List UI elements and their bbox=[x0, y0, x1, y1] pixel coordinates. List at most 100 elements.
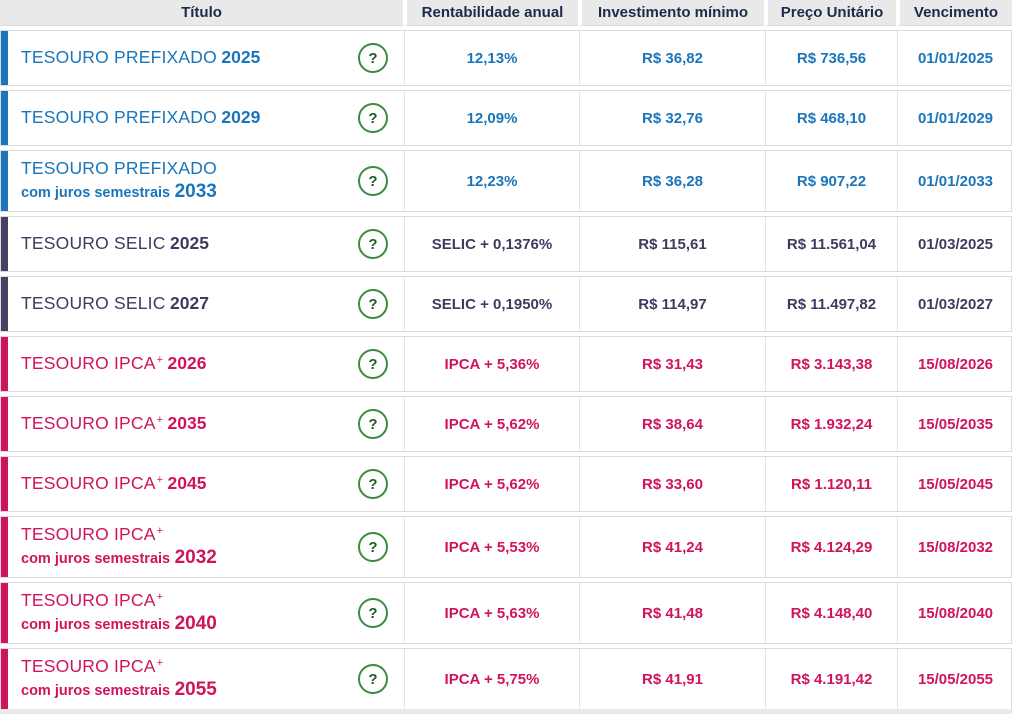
help-button[interactable]: ? bbox=[358, 229, 388, 259]
minimum-investment-cell: R$ 41,48 bbox=[579, 583, 765, 643]
column-header-preco-unitario: Preço Unitário bbox=[764, 0, 896, 26]
bond-accent-bar bbox=[1, 397, 8, 451]
annual-rate-cell: IPCA + 5,36% bbox=[404, 337, 579, 391]
help-button[interactable]: ? bbox=[358, 166, 388, 196]
bond-subtitle-line: com juros semestrais 2033 bbox=[21, 181, 358, 203]
table-row[interactable]: TESOURO PREFIXADO 2029 ? 12,09% R$ 32,76… bbox=[0, 90, 1012, 146]
minimum-investment-cell: R$ 38,64 bbox=[579, 397, 765, 451]
bond-subtitle-line: com juros semestrais 2032 bbox=[21, 547, 358, 569]
bond-title[interactable]: TESOURO IPCA+ 2045 bbox=[21, 473, 358, 495]
table-row[interactable]: TESOURO IPCA+ com juros semestrais 2040 … bbox=[0, 582, 1012, 644]
bond-name-line: TESOURO IPCA+ 2026 bbox=[21, 353, 358, 375]
bond-title[interactable]: TESOURO IPCA+ 2026 bbox=[21, 353, 358, 375]
unit-price-cell: R$ 11.561,04 bbox=[765, 217, 897, 271]
help-button[interactable]: ? bbox=[358, 43, 388, 73]
minimum-investment-cell: R$ 36,28 bbox=[579, 151, 765, 211]
bond-title-cell: TESOURO PREFIXADO 2029 ? bbox=[1, 91, 404, 145]
bond-plus-superscript: + bbox=[156, 354, 164, 367]
bond-name: TESOURO IPCA bbox=[21, 413, 156, 434]
bond-year: 2040 bbox=[174, 613, 217, 635]
maturity-date-cell: 15/08/2040 bbox=[897, 583, 1012, 643]
help-button[interactable]: ? bbox=[358, 349, 388, 379]
unit-price-cell: R$ 907,22 bbox=[765, 151, 897, 211]
bond-year: 2035 bbox=[167, 413, 207, 434]
bond-name-line: TESOURO IPCA+ 2035 bbox=[21, 413, 358, 435]
bond-accent-bar bbox=[1, 649, 8, 709]
question-mark-icon: ? bbox=[368, 172, 378, 190]
bond-year: 2032 bbox=[174, 547, 217, 569]
bond-title[interactable]: TESOURO PREFIXADO 2025 bbox=[21, 47, 358, 69]
unit-price-cell: R$ 4.124,29 bbox=[765, 517, 897, 577]
bond-accent-bar bbox=[1, 277, 8, 331]
bond-rows: TESOURO PREFIXADO 2025 ? 12,13% R$ 36,82… bbox=[0, 30, 1012, 710]
column-header-titulo: Título bbox=[0, 0, 403, 26]
bond-title[interactable]: TESOURO PREFIXADO com juros semestrais 2… bbox=[21, 158, 358, 203]
bond-name: TESOURO SELIC bbox=[21, 293, 166, 314]
bond-title-cell: TESOURO IPCA+ 2026 ? bbox=[1, 337, 404, 391]
bond-year: 2029 bbox=[221, 107, 261, 128]
annual-rate-cell: IPCA + 5,63% bbox=[404, 583, 579, 643]
table-row[interactable]: TESOURO IPCA+ 2035 ? IPCA + 5,62% R$ 38,… bbox=[0, 396, 1012, 452]
table-row[interactable]: TESOURO SELIC 2025 ? SELIC + 0,1376% R$ … bbox=[0, 216, 1012, 272]
bond-title[interactable]: TESOURO IPCA+ com juros semestrais 2032 bbox=[21, 524, 358, 569]
annual-rate-cell: 12,09% bbox=[404, 91, 579, 145]
question-mark-icon: ? bbox=[368, 415, 378, 433]
help-button[interactable]: ? bbox=[358, 409, 388, 439]
table-row[interactable]: TESOURO IPCA+ 2045 ? IPCA + 5,62% R$ 33,… bbox=[0, 456, 1012, 512]
bond-title[interactable]: TESOURO IPCA+ com juros semestrais 2055 bbox=[21, 656, 358, 701]
bond-title[interactable]: TESOURO SELIC 2027 bbox=[21, 293, 358, 315]
bond-title-cell: TESOURO IPCA+ 2035 ? bbox=[1, 397, 404, 451]
help-button[interactable]: ? bbox=[358, 532, 388, 562]
table-row[interactable]: TESOURO IPCA+ com juros semestrais 2032 … bbox=[0, 516, 1012, 578]
help-button[interactable]: ? bbox=[358, 469, 388, 499]
unit-price-cell: R$ 1.932,24 bbox=[765, 397, 897, 451]
minimum-investment-cell: R$ 36,82 bbox=[579, 31, 765, 85]
help-button[interactable]: ? bbox=[358, 103, 388, 133]
table-row[interactable]: TESOURO PREFIXADO 2025 ? 12,13% R$ 36,82… bbox=[0, 30, 1012, 86]
bond-subtitle: com juros semestrais bbox=[21, 617, 171, 634]
unit-price-cell: R$ 736,56 bbox=[765, 31, 897, 85]
minimum-investment-cell: R$ 31,43 bbox=[579, 337, 765, 391]
bond-title-cell: TESOURO PREFIXADO com juros semestrais 2… bbox=[1, 151, 404, 211]
bond-name: TESOURO IPCA bbox=[21, 656, 156, 677]
question-mark-icon: ? bbox=[368, 670, 378, 688]
annual-rate-cell: IPCA + 5,62% bbox=[404, 457, 579, 511]
question-mark-icon: ? bbox=[368, 604, 378, 622]
bond-title[interactable]: TESOURO IPCA+ 2035 bbox=[21, 413, 358, 435]
bond-name: TESOURO IPCA bbox=[21, 590, 156, 611]
bond-subtitle-line: com juros semestrais 2055 bbox=[21, 679, 358, 701]
column-header-rentabilidade-anual: Rentabilidade anual bbox=[403, 0, 578, 26]
help-button[interactable]: ? bbox=[358, 289, 388, 319]
bond-accent-bar bbox=[1, 91, 8, 145]
minimum-investment-cell: R$ 32,76 bbox=[579, 91, 765, 145]
bond-name: TESOURO IPCA bbox=[21, 524, 156, 545]
bond-title-cell: TESOURO IPCA+ com juros semestrais 2040 … bbox=[1, 583, 404, 643]
bond-title[interactable]: TESOURO SELIC 2025 bbox=[21, 233, 358, 255]
question-mark-icon: ? bbox=[368, 109, 378, 127]
bond-plus-superscript: + bbox=[156, 657, 164, 670]
bond-year: 2026 bbox=[167, 353, 207, 374]
maturity-date-cell: 15/05/2055 bbox=[897, 649, 1012, 709]
minimum-investment-cell: R$ 33,60 bbox=[579, 457, 765, 511]
minimum-investment-cell: R$ 41,91 bbox=[579, 649, 765, 709]
bond-name-line: TESOURO PREFIXADO bbox=[21, 158, 358, 180]
bond-name-line: TESOURO PREFIXADO 2025 bbox=[21, 47, 358, 69]
bond-name-line: TESOURO SELIC 2027 bbox=[21, 293, 358, 315]
maturity-date-cell: 15/05/2035 bbox=[897, 397, 1012, 451]
bond-title-cell: TESOURO IPCA+ 2045 ? bbox=[1, 457, 404, 511]
column-header-vencimento: Vencimento bbox=[896, 0, 1012, 26]
table-row[interactable]: TESOURO IPCA+ com juros semestrais 2055 … bbox=[0, 648, 1012, 710]
help-button[interactable]: ? bbox=[358, 598, 388, 628]
bond-accent-bar bbox=[1, 217, 8, 271]
bond-name: TESOURO PREFIXADO bbox=[21, 47, 217, 68]
table-row[interactable]: TESOURO SELIC 2027 ? SELIC + 0,1950% R$ … bbox=[0, 276, 1012, 332]
table-row[interactable]: TESOURO PREFIXADO com juros semestrais 2… bbox=[0, 150, 1012, 212]
help-button[interactable]: ? bbox=[358, 664, 388, 694]
bond-subtitle-line: com juros semestrais 2040 bbox=[21, 613, 358, 635]
bond-title[interactable]: TESOURO PREFIXADO 2029 bbox=[21, 107, 358, 129]
minimum-investment-cell: R$ 41,24 bbox=[579, 517, 765, 577]
table-header-row: Título Rentabilidade anual Investimento … bbox=[0, 0, 1012, 26]
table-row[interactable]: TESOURO IPCA+ 2026 ? IPCA + 5,36% R$ 31,… bbox=[0, 336, 1012, 392]
bond-name-line: TESOURO IPCA+ bbox=[21, 656, 358, 678]
bond-title[interactable]: TESOURO IPCA+ com juros semestrais 2040 bbox=[21, 590, 358, 635]
